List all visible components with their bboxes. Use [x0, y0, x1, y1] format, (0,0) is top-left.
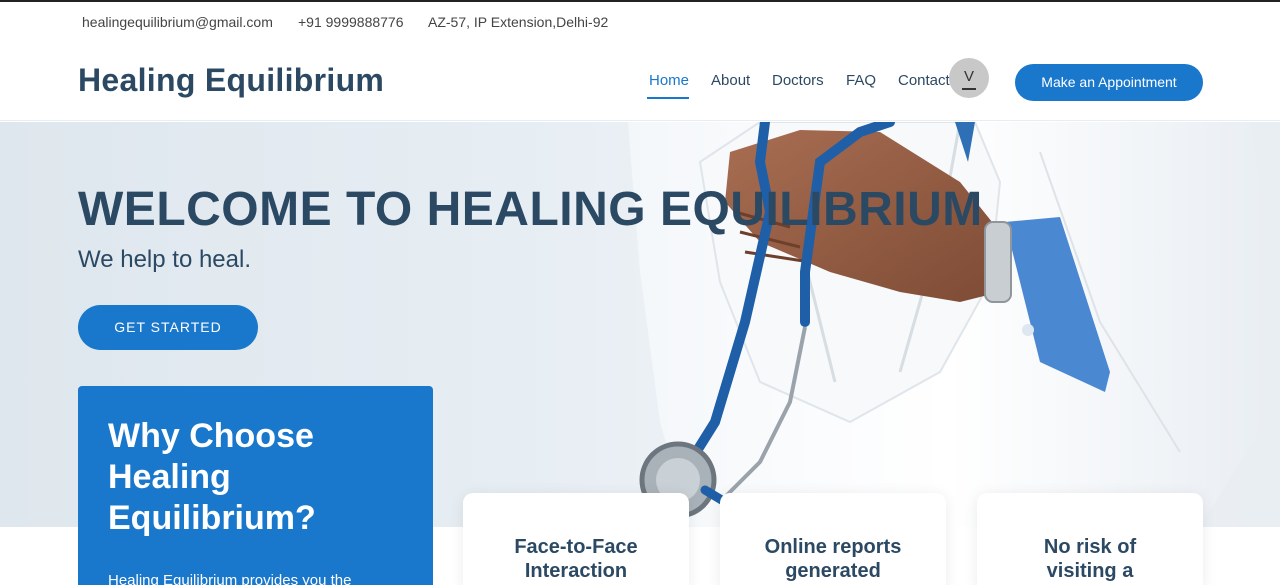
feature-title: No risk of visiting a: [977, 535, 1203, 583]
hero-subtitle: We help to heal.: [78, 246, 252, 273]
nav-active-indicator: [647, 97, 689, 99]
user-avatar[interactable]: V: [949, 58, 989, 98]
make-appointment-button[interactable]: Make an Appointment: [1015, 64, 1203, 101]
feature-card: No risk of visiting a: [977, 493, 1203, 585]
nav-home[interactable]: Home: [649, 72, 689, 89]
feature-title-line: visiting a: [1046, 560, 1134, 582]
nav-contact[interactable]: Contact: [898, 72, 950, 89]
nav-about[interactable]: About: [711, 72, 750, 89]
feature-title: Online reports generated: [720, 535, 946, 583]
feature-card: Online reports generated: [720, 493, 946, 585]
feature-title-line: Face-to-Face: [514, 536, 638, 558]
why-choose-text: Healing Equilibrium provides you the: [108, 572, 352, 585]
hero-title: WELCOME TO HEALING EQUILIBRIUM: [78, 183, 983, 236]
nav-faq[interactable]: FAQ: [846, 72, 876, 89]
why-choose-title: Why Choose Healing Equilibrium?: [108, 417, 316, 537]
text-cursor-icon: [962, 88, 976, 90]
contact-email[interactable]: healingequilibrium@gmail.com: [82, 14, 273, 30]
contact-address: AZ-57, IP Extension,Delhi-92: [428, 14, 609, 30]
contact-phone[interactable]: +91 9999888776: [298, 14, 404, 30]
why-choose-box: Why Choose Healing Equilibrium? Healing …: [78, 386, 433, 585]
feature-title-line: Interaction: [524, 560, 628, 582]
site-header: Healing Equilibrium Home About Doctors F…: [0, 42, 1280, 121]
get-started-button[interactable]: GET STARTED: [78, 305, 258, 350]
feature-card: Face-to-Face Interaction: [463, 493, 689, 585]
site-logo[interactable]: Healing Equilibrium: [78, 62, 384, 99]
nav-doctors[interactable]: Doctors: [772, 72, 824, 89]
contact-topbar: healingequilibrium@gmail.com +91 9999888…: [0, 2, 1280, 42]
feature-title-line: generated: [785, 560, 881, 582]
feature-title: Face-to-Face Interaction: [463, 535, 689, 583]
feature-title-line: Online reports: [764, 536, 902, 558]
feature-title-line: No risk of: [1043, 536, 1137, 558]
